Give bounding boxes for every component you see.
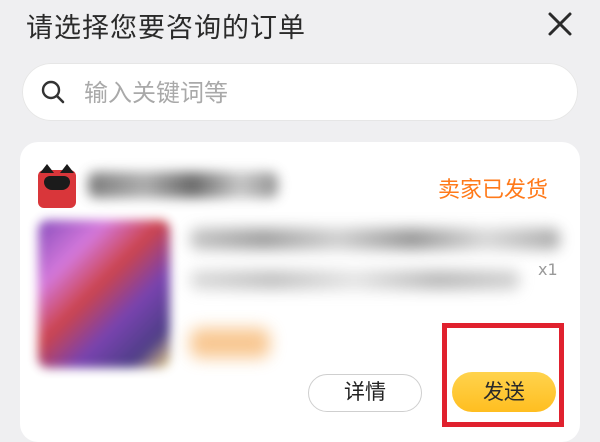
search-input[interactable] <box>82 73 556 113</box>
dialog-header: 请选择您要咨询的订单 <box>0 0 600 56</box>
quantity: x1 <box>538 260 558 279</box>
order-card[interactable]: 卖家已发货 x1 详情 发送 <box>20 142 580 442</box>
detail-button[interactable]: 详情 <box>308 374 422 412</box>
product-title-redacted <box>190 228 560 250</box>
price-redacted <box>190 328 270 358</box>
order-status: 卖家已发货 <box>438 178 549 203</box>
tmall-logo-icon <box>38 164 76 208</box>
send-button[interactable]: 发送 <box>452 372 556 412</box>
shop-name-redacted <box>88 172 278 198</box>
search-bar[interactable] <box>22 63 578 121</box>
close-icon[interactable] <box>540 4 580 44</box>
product-spec-redacted <box>190 270 520 290</box>
product-image-redacted <box>38 220 170 368</box>
search-icon <box>41 80 65 104</box>
page-title: 请选择您要咨询的订单 <box>26 13 306 44</box>
